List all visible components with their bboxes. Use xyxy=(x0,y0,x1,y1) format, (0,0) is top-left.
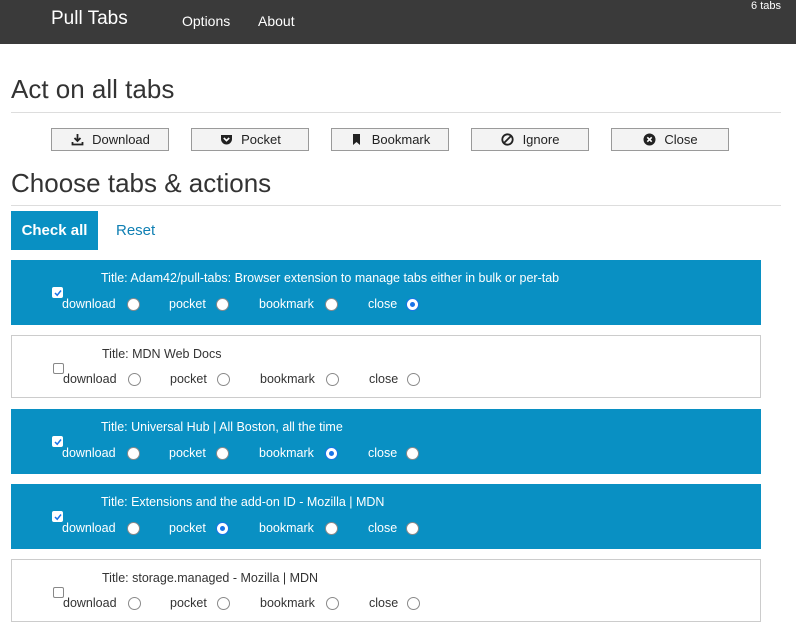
option-label-download: download xyxy=(62,446,116,460)
navbar: Pull Tabs Options About 6 tabs xyxy=(0,0,796,44)
tab-row: Title: Adam42/pull-tabs: Browser extensi… xyxy=(11,260,761,325)
option-label-close: close xyxy=(368,297,398,311)
download-all-label: Download xyxy=(92,132,150,147)
radio-bookmark[interactable] xyxy=(325,298,338,311)
option-label-bookmark: bookmark xyxy=(259,521,314,535)
nav-link-about[interactable]: About xyxy=(258,13,295,29)
option-label-bookmark: bookmark xyxy=(260,596,315,610)
option-label-close: close xyxy=(368,521,398,535)
option-label-download: download xyxy=(63,596,117,610)
ignore-all-label: Ignore xyxy=(522,132,560,147)
brand-title[interactable]: Pull Tabs xyxy=(51,8,128,30)
radio-pocket[interactable] xyxy=(217,373,230,386)
close-circle-icon xyxy=(642,133,656,147)
radio-download[interactable] xyxy=(127,522,140,535)
radio-close[interactable] xyxy=(406,447,419,460)
tab-row: Title: Extensions and the add-on ID - Mo… xyxy=(11,484,761,549)
radio-pocket[interactable] xyxy=(216,447,229,460)
tab-row: Title: storage.managed - Mozilla | MDN d… xyxy=(11,559,761,622)
radio-pocket[interactable] xyxy=(216,522,229,535)
check-all-button[interactable]: Check all xyxy=(11,211,98,250)
tab-title: Title: Adam42/pull-tabs: Browser extensi… xyxy=(101,271,560,285)
divider xyxy=(11,112,781,113)
radio-close[interactable] xyxy=(406,298,419,311)
close-all-button[interactable]: Close xyxy=(611,128,729,151)
option-label-pocket: pocket xyxy=(170,596,207,610)
radio-close[interactable] xyxy=(407,597,420,610)
option-label-bookmark: bookmark xyxy=(259,446,314,460)
radio-pocket[interactable] xyxy=(216,298,229,311)
option-label-close: close xyxy=(368,446,398,460)
radio-download[interactable] xyxy=(127,447,140,460)
reset-button[interactable]: Reset xyxy=(116,222,155,239)
radio-bookmark[interactable] xyxy=(326,597,339,610)
tab-title: Title: Extensions and the add-on ID - Mo… xyxy=(101,495,385,509)
tab-row: Title: Universal Hub | All Boston, all t… xyxy=(11,409,761,474)
bookmark-all-label: Bookmark xyxy=(371,132,431,147)
bookmark-all-button[interactable]: Bookmark xyxy=(331,128,449,151)
divider xyxy=(11,205,781,206)
option-label-bookmark: bookmark xyxy=(260,372,315,386)
close-all-label: Close xyxy=(664,132,698,147)
ignore-all-button[interactable]: Ignore xyxy=(471,128,589,151)
pocket-icon xyxy=(219,133,233,147)
radio-download[interactable] xyxy=(128,373,141,386)
nav-link-options[interactable]: Options xyxy=(182,13,230,29)
ignore-icon xyxy=(501,133,515,147)
pocket-all-button[interactable]: Pocket xyxy=(191,128,309,151)
option-label-pocket: pocket xyxy=(170,372,207,386)
tab-title: Title: MDN Web Docs xyxy=(102,347,222,361)
tab-count-badge: 6 tabs xyxy=(751,0,781,12)
tab-title: Title: Universal Hub | All Boston, all t… xyxy=(101,420,343,434)
act-on-all-heading: Act on all tabs xyxy=(11,74,175,104)
option-label-close: close xyxy=(369,372,399,386)
download-icon xyxy=(70,133,84,147)
radio-bookmark[interactable] xyxy=(325,522,338,535)
pocket-all-label: Pocket xyxy=(241,132,281,147)
option-label-download: download xyxy=(63,372,117,386)
radio-pocket[interactable] xyxy=(217,597,230,610)
bookmark-icon xyxy=(350,133,364,147)
option-label-pocket: pocket xyxy=(169,297,206,311)
radio-bookmark[interactable] xyxy=(325,447,338,460)
tab-title: Title: storage.managed - Mozilla | MDN xyxy=(102,571,319,585)
radio-bookmark[interactable] xyxy=(326,373,339,386)
option-label-download: download xyxy=(62,521,116,535)
tab-row: Title: MDN Web Docs download pocket book… xyxy=(11,335,761,398)
radio-download[interactable] xyxy=(128,597,141,610)
radio-close[interactable] xyxy=(407,373,420,386)
option-label-pocket: pocket xyxy=(169,521,206,535)
option-label-download: download xyxy=(62,297,116,311)
radio-download[interactable] xyxy=(127,298,140,311)
radio-close[interactable] xyxy=(406,522,419,535)
option-label-close: close xyxy=(369,596,399,610)
option-label-pocket: pocket xyxy=(169,446,206,460)
option-label-bookmark: bookmark xyxy=(259,297,314,311)
choose-tabs-heading: Choose tabs & actions xyxy=(11,168,272,198)
download-all-button[interactable]: Download xyxy=(51,128,169,151)
